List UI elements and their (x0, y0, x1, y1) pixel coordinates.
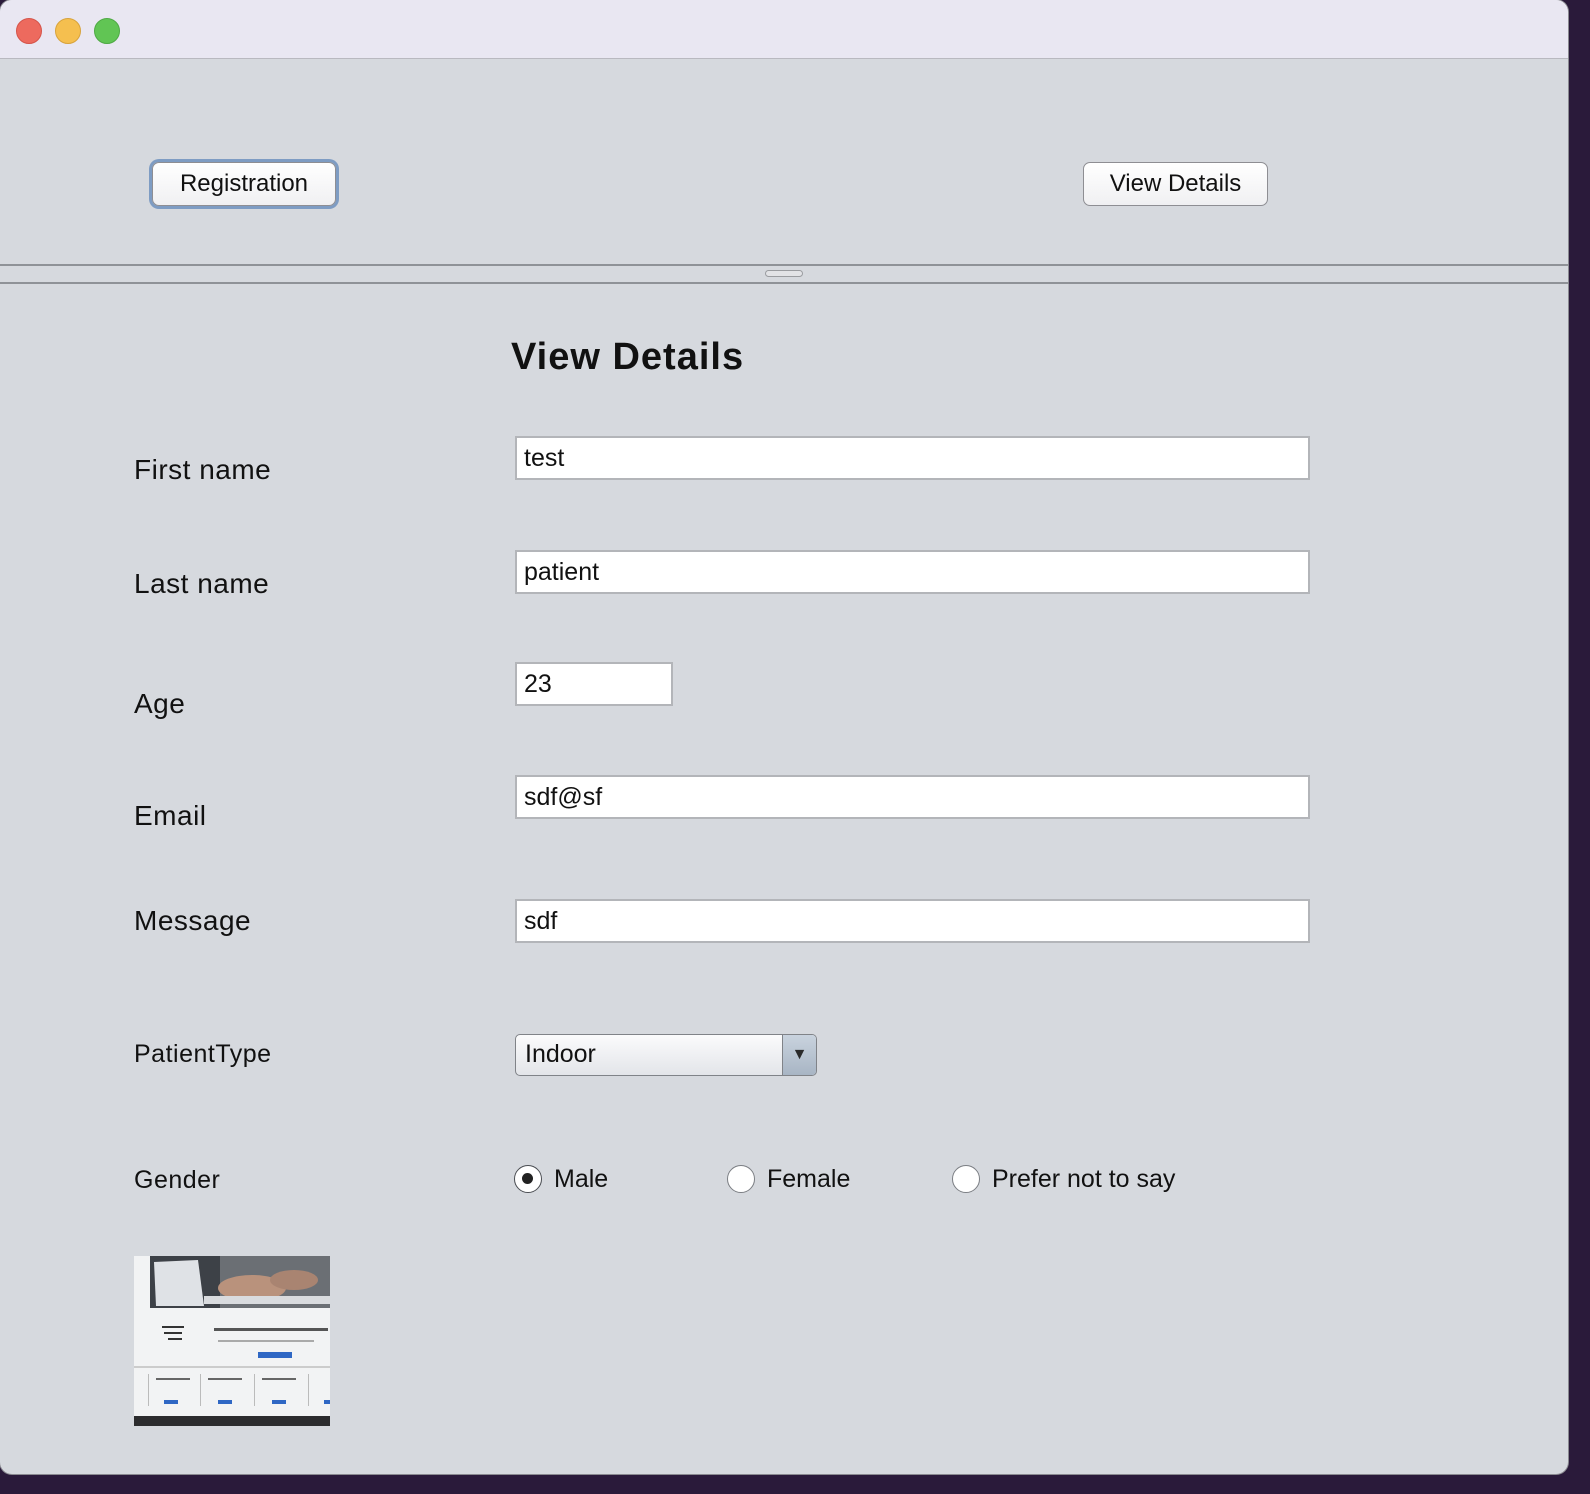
split-grip-handle[interactable] (765, 270, 803, 277)
message-label: Message (134, 905, 252, 936)
minimize-icon[interactable] (55, 18, 81, 44)
page-title: View Details (511, 336, 745, 378)
patient-type-value: Indoor (525, 1040, 596, 1068)
preview-image (134, 1256, 330, 1426)
gender-prefer-not-radio[interactable] (952, 1165, 980, 1193)
gender-label: Gender (134, 1166, 221, 1194)
split-divider-lower (0, 282, 1568, 284)
age-label: Age (134, 688, 186, 719)
title-bar (0, 0, 1568, 59)
first-name-label: First name (134, 454, 272, 485)
view-details-button[interactable]: View Details (1083, 162, 1268, 206)
gender-prefer-not-label[interactable]: Prefer not to say (992, 1165, 1175, 1194)
preview-thumbnail-graphic (134, 1256, 330, 1426)
gender-male-label[interactable]: Male (554, 1165, 608, 1194)
app-window: Registration View Details View Details F… (0, 0, 1568, 1474)
first-name-field[interactable]: test (515, 436, 1310, 480)
close-icon[interactable] (16, 18, 42, 44)
registration-button[interactable]: Registration (152, 162, 336, 206)
email-label: Email (134, 800, 207, 831)
last-name-label: Last name (134, 568, 270, 599)
last-name-field[interactable]: patient (515, 550, 1310, 594)
zoom-icon[interactable] (94, 18, 120, 44)
message-field[interactable]: sdf (515, 899, 1310, 943)
patient-type-select[interactable]: Indoor ▼ (515, 1034, 817, 1076)
gender-female-radio[interactable] (727, 1165, 755, 1193)
gender-male-radio[interactable] (514, 1165, 542, 1193)
chevron-down-icon[interactable]: ▼ (782, 1035, 816, 1075)
gender-female-label[interactable]: Female (767, 1165, 850, 1194)
split-divider (0, 264, 1568, 266)
patient-type-label: PatientType (134, 1040, 272, 1068)
age-field[interactable]: 23 (515, 662, 673, 706)
email-field[interactable]: sdf@sf (515, 775, 1310, 819)
